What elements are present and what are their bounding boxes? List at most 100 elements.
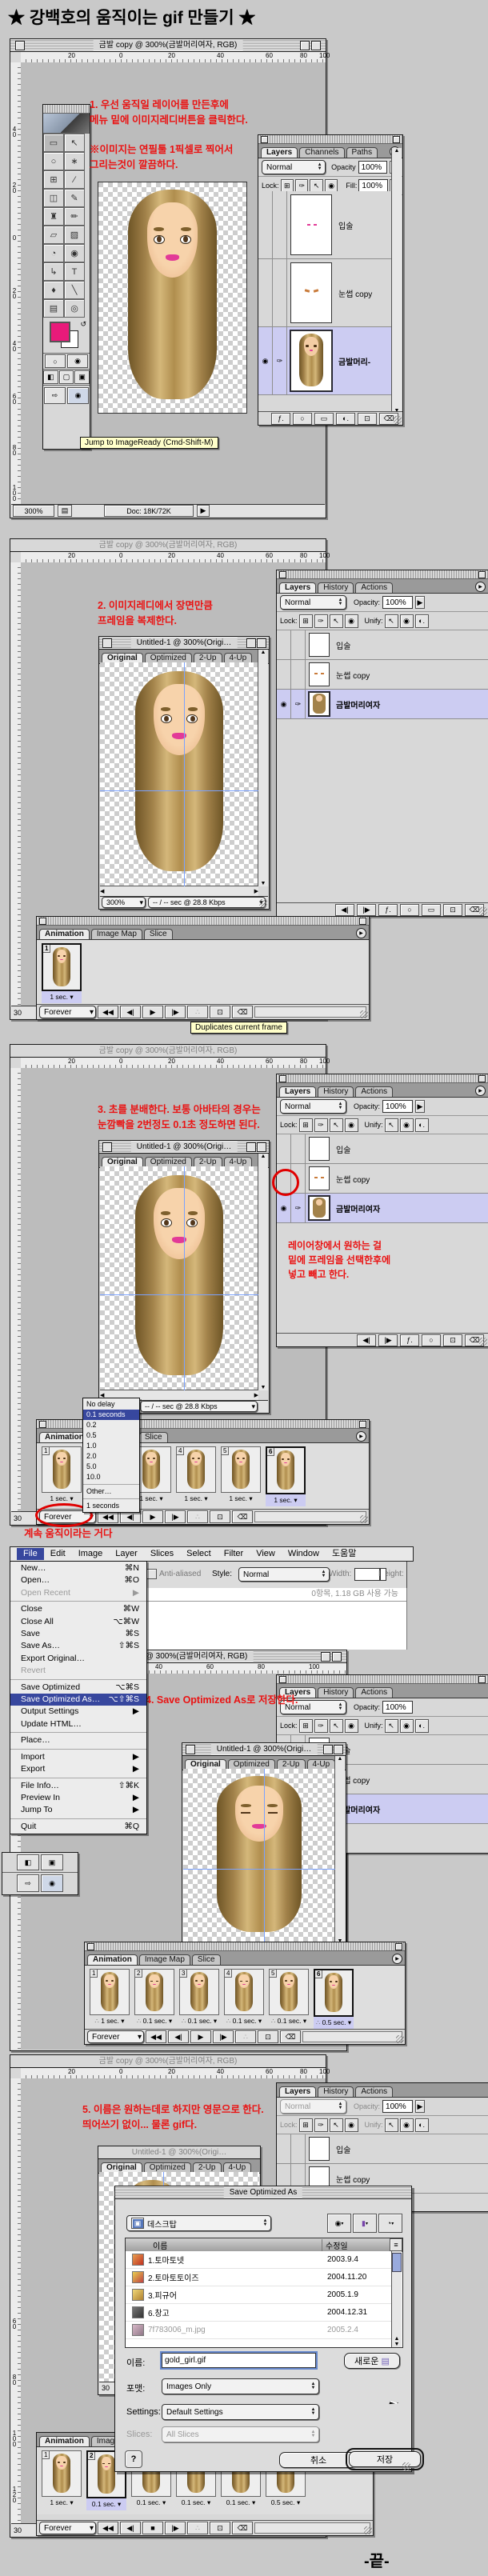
layer-name[interactable]: 금발머리여자 (333, 1194, 380, 1222)
delete-frame-icon[interactable]: ⌫ (232, 1510, 253, 1523)
frame-delay[interactable]: 1 sec. ▾ (176, 1493, 216, 1503)
lock-move-icon[interactable]: ↖ (330, 614, 343, 628)
palette-menu-icon[interactable]: ▶ (475, 1086, 486, 1096)
favorites-button[interactable]: ▮▾ (353, 2214, 377, 2233)
horizontal-scrollbar[interactable]: ◀▶ (100, 886, 258, 896)
animation-frame[interactable]: 1 ∴ 1 sec. ▾ (90, 1969, 130, 2026)
loop-select[interactable]: Forever▾ (87, 2030, 144, 2043)
visibility-toggle[interactable]: ◉ (258, 327, 273, 394)
menu-select[interactable]: Select (180, 1548, 218, 1560)
document-canvas[interactable] (98, 182, 247, 414)
menu-file[interactable]: File (17, 1548, 44, 1560)
menu-item[interactable]: 0.5 (83, 1430, 139, 1441)
window-titlebar[interactable]: 금발 copy @ 300%(금발머리여자, RGB) (10, 39, 326, 52)
settings-select[interactable]: Default Settings (162, 2404, 319, 2420)
layer-name[interactable]: 입술 (333, 630, 350, 659)
blend-mode-select[interactable]: Normal (280, 2099, 346, 2114)
collapse-box-icon[interactable] (257, 1142, 266, 1152)
move-tool-icon[interactable]: ↖ (64, 134, 85, 152)
history-brush-tool-icon[interactable]: ✏ (64, 207, 85, 226)
close-box-icon[interactable] (102, 638, 112, 648)
lock-paint-icon[interactable]: ✑ (314, 2118, 328, 2132)
standard-mode-icon[interactable]: ○ (45, 354, 66, 368)
recent-button[interactable]: ◔▾ (378, 2214, 402, 2233)
doc-size-info[interactable]: Doc: 18K/72K (104, 505, 194, 517)
menu-item[interactable]: No delay (83, 1399, 139, 1410)
layer-row-selected[interactable]: ◉✑ 금발머리- (258, 327, 392, 395)
prev-frame-icon[interactable]: ◀| (357, 1334, 376, 1346)
menu-item[interactable]: 10.0 (83, 1472, 139, 1482)
unify-position-icon[interactable]: ↖ (385, 614, 398, 628)
opacity-value[interactable]: 100% (382, 2100, 413, 2113)
fill-value[interactable]: 100% (358, 179, 388, 192)
link-toggle[interactable] (291, 660, 306, 689)
layer-name[interactable]: 입술 (333, 2134, 350, 2163)
tab-animation[interactable]: Animation (39, 2436, 90, 2446)
menu-item[interactable]: Place… (10, 1734, 146, 1746)
dodge-tool-icon[interactable]: ◉ (64, 244, 85, 262)
file-row[interactable]: 1.토마토넷2003.9.4 (126, 2251, 391, 2269)
tab-history[interactable]: History (318, 1687, 354, 1698)
quickmask-mode-icon[interactable]: ◉ (67, 354, 88, 368)
animation-frame[interactable]: 4 ∴ 0.1 sec. ▾ (224, 1969, 264, 2026)
document-canvas[interactable] (100, 1166, 258, 1390)
path-select-tool-icon[interactable]: ↳ (43, 262, 64, 281)
layer-set-icon[interactable]: ▭ (314, 413, 334, 425)
resize-grip[interactable] (479, 907, 487, 915)
paint-indicator-icon[interactable]: ✑ (291, 690, 306, 718)
frame-delay[interactable]: ∴ 0.1 sec. ▾ (224, 2015, 264, 2026)
layer-style-icon[interactable]: ƒ. (271, 413, 290, 425)
tween-icon[interactable]: ∴ (187, 2522, 208, 2534)
frame-delay[interactable]: ∴ 0.1 sec. ▾ (134, 2015, 174, 2026)
animation-frame[interactable]: 5 1 sec. ▾ (221, 1446, 261, 1503)
layer-row[interactable]: 입술 (277, 630, 488, 660)
menu-item[interactable]: Save As…⇧⌘S (10, 1640, 146, 1652)
visibility-toggle[interactable] (277, 630, 291, 659)
palette-menu-icon[interactable]: ▶ (356, 1431, 366, 1442)
first-frame-icon[interactable]: ◀◀ (146, 2030, 166, 2043)
layer-row[interactable]: 입술 (258, 191, 392, 259)
shortcuts-button[interactable]: ◉▾ (327, 2214, 351, 2233)
lock-paint-icon[interactable]: ✑ (314, 614, 328, 628)
photoshop-logo-icon[interactable] (43, 114, 90, 134)
layer-thumbnail[interactable] (309, 1166, 330, 1190)
frame-delay[interactable]: 1 sec. ▾ (221, 1493, 261, 1503)
jump-arrow-icon[interactable]: ⇨ (44, 387, 66, 404)
tab-channels[interactable]: Channels (299, 147, 344, 158)
frame-delay[interactable]: 0.5 sec. ▾ (266, 2497, 306, 2507)
adjustment-layer-icon[interactable]: ◐. (336, 413, 355, 425)
frame-delay[interactable]: ∴ 0.1 sec. ▾ (269, 2015, 309, 2026)
lock-transparent-icon[interactable]: ⊞ (299, 1719, 313, 1733)
file-row[interactable]: 3.피규어2005.1.9 (126, 2286, 391, 2304)
menu-view[interactable]: View (250, 1548, 282, 1560)
screen-mode-icon[interactable]: ▣ (41, 1854, 63, 1870)
brush-tool-icon[interactable]: ✎ (64, 189, 85, 207)
menu-item[interactable]: Save⌘S (10, 1628, 146, 1640)
resize-grip[interactable] (259, 899, 267, 907)
layer-row-selected[interactable]: ◉✑ 금발머리여자 (277, 690, 488, 719)
prev-frame-icon[interactable]: ◀| (168, 2030, 189, 2043)
anti-aliased-checkbox[interactable] (146, 1569, 157, 1579)
menu-filter[interactable]: Filter (218, 1548, 250, 1560)
lock-all-icon[interactable]: ◉ (325, 179, 338, 193)
opacity-value[interactable]: 100% (382, 1100, 413, 1113)
menu-item[interactable]: 1 seconds (83, 1501, 139, 1511)
unify-style-icon[interactable]: ◐. (415, 614, 429, 628)
scroll-thumb[interactable] (392, 2253, 402, 2272)
new-folder-button[interactable]: 새로운 ▤ (344, 2353, 400, 2369)
menu-item-selected[interactable]: 0.1 seconds (83, 1410, 139, 1420)
status-arrow-icon[interactable]: ▶ (197, 505, 210, 517)
unify-style-icon[interactable]: ◐. (415, 2118, 429, 2132)
marquee-tool-icon[interactable]: ▭ (43, 134, 64, 152)
style-select[interactable]: Normal (238, 1567, 330, 1582)
collapse-box-icon[interactable] (257, 638, 266, 648)
menu-item[interactable]: Import▶ (10, 1751, 146, 1763)
layer-mask-icon[interactable]: ○ (293, 413, 312, 425)
play-icon[interactable]: ▶ (190, 2030, 211, 2043)
stamp-tool-icon[interactable]: ♜ (43, 207, 64, 226)
layer-row[interactable]: 눈썹 copy (258, 259, 392, 327)
jump-to-photoshop-icon[interactable]: ◉ (41, 1874, 63, 1892)
menu-layer[interactable]: Layer (109, 1548, 144, 1560)
width-field[interactable] (354, 1568, 380, 1581)
animation-frame-selected[interactable]: 6 ∴ 0.5 sec. ▾ (314, 1969, 354, 2029)
